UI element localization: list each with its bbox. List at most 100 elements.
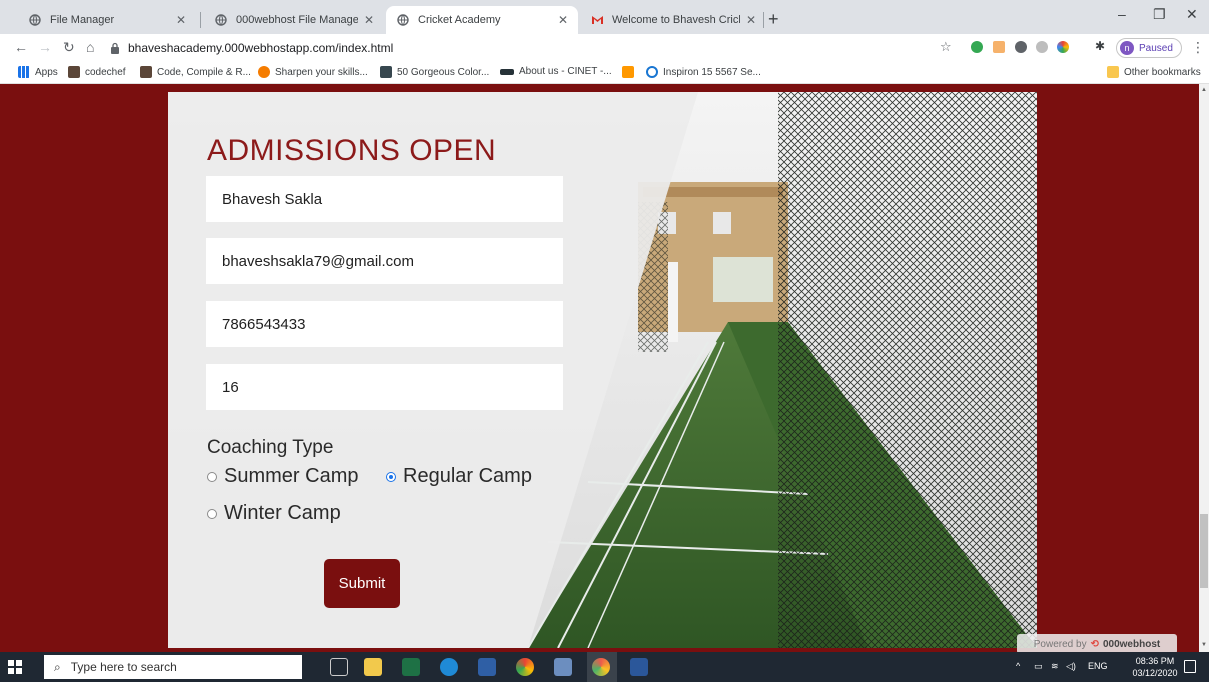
battery-icon[interactable]: ▭ <box>1034 661 1043 672</box>
window-close-button[interactable]: ✕ <box>1186 6 1198 23</box>
powered-by-badge[interactable]: Powered by ⟲ 000webhost <box>1017 634 1177 654</box>
browser-tabstrip: File Manager ✕ 000webhost File Manager ✕… <box>0 0 1209 34</box>
tab-cricket-academy[interactable]: Cricket Academy ✕ <box>386 6 578 34</box>
name-field[interactable] <box>206 176 563 222</box>
volume-icon[interactable]: ◁) <box>1066 661 1076 672</box>
tab-title: File Manager <box>50 14 115 26</box>
tab-divider <box>200 12 201 28</box>
radio-winter-camp[interactable]: Winter Camp <box>207 502 341 525</box>
scrollbar-thumb[interactable] <box>1200 514 1208 588</box>
close-icon[interactable]: ✕ <box>558 13 568 27</box>
bookmark-label: 50 Gorgeous Color... <box>397 66 490 78</box>
windows-start-icon[interactable] <box>8 660 22 674</box>
url-text: bhaveshacademy.000webhostapp.com/index.h… <box>128 41 394 55</box>
extension-icon[interactable] <box>1015 41 1027 53</box>
radio-button[interactable] <box>207 508 217 519</box>
codechef-icon <box>140 66 152 78</box>
image-icon <box>380 66 392 78</box>
coaching-type-label: Coaching Type <box>207 437 334 458</box>
bookmark-label: Other bookmarks <box>1124 66 1201 78</box>
tab-title: Cricket Academy <box>418 14 501 26</box>
bookmark-cinet[interactable]: About us - CINET -... <box>500 66 612 77</box>
radio-summer-camp[interactable]: Summer Camp <box>207 465 358 488</box>
task-view-icon[interactable] <box>330 658 348 676</box>
scroll-up-icon[interactable]: ▲ <box>1201 87 1207 93</box>
bookmark-apps[interactable]: Apps <box>18 66 58 78</box>
other-bookmarks[interactable]: Other bookmarks <box>1107 66 1201 78</box>
power-icon <box>258 66 270 78</box>
bookmark-code-compile[interactable]: Code, Compile & R... <box>140 66 251 78</box>
home-icon[interactable]: ⌂ <box>86 39 94 55</box>
bookmark-label: Inspiron 15 5567 Se... <box>663 66 761 78</box>
reload-icon[interactable]: ↻ <box>63 39 75 56</box>
phone-field[interactable] <box>206 301 563 347</box>
age-field[interactable] <box>206 364 563 410</box>
minimize-button[interactable]: – <box>1118 6 1126 22</box>
language-indicator[interactable]: ENG <box>1088 661 1108 671</box>
extension-icon[interactable] <box>1057 41 1069 53</box>
extension-icon[interactable] <box>1036 41 1048 53</box>
globe-icon <box>396 13 410 27</box>
bookmark-codechef[interactable]: codechef <box>68 66 126 78</box>
store-icon[interactable] <box>478 658 496 676</box>
excel-icon[interactable] <box>402 658 420 676</box>
tab-file-manager[interactable]: File Manager ✕ <box>18 6 196 34</box>
bookmark-label: Sharpen your skills... <box>275 66 368 78</box>
tab-welcome-bhavesh[interactable]: Welcome to Bhavesh Cricket Aca ✕ <box>580 6 766 34</box>
bookmarks-bar: Apps codechef Code, Compile & R... Sharp… <box>0 62 1209 84</box>
page-scrollbar[interactable]: ▲ ▼ <box>1199 84 1209 652</box>
tab-title: Welcome to Bhavesh Cricket Aca <box>612 14 740 26</box>
notifications-icon[interactable] <box>1184 660 1196 673</box>
back-arrow-icon[interactable]: ← <box>14 39 28 55</box>
app-icon[interactable] <box>554 658 572 676</box>
bookmark-label: Code, Compile & R... <box>157 66 251 78</box>
tab-title: 000webhost File Manager <box>236 14 358 26</box>
chrome-icon[interactable] <box>516 658 534 676</box>
submit-button[interactable]: Submit <box>324 559 400 608</box>
bookmark-sharpen[interactable]: Sharpen your skills... <box>258 66 368 78</box>
folder-icon <box>1107 66 1119 78</box>
bookmark-label: About us - CINET -... <box>519 66 612 77</box>
tray-chevron-icon[interactable]: ^ <box>1016 661 1020 671</box>
address-bar[interactable]: bhaveshacademy.000webhostapp.com/index.h… <box>110 37 810 59</box>
maximize-button[interactable]: ❐ <box>1153 6 1166 23</box>
extension-icon[interactable] <box>993 41 1005 53</box>
bookmark-inspiron[interactable]: Inspiron 15 5567 Se... <box>646 66 761 78</box>
bookmark-star-icon[interactable]: ☆ <box>940 39 952 55</box>
bookmark-gorgeous-color[interactable]: 50 Gorgeous Color... <box>380 66 489 78</box>
tab-000webhost-file-manager[interactable]: 000webhost File Manager ✕ <box>204 6 384 34</box>
wifi-icon[interactable]: ≋ <box>1051 661 1059 672</box>
radio-button[interactable] <box>207 471 217 482</box>
taskbar-clock[interactable]: 08:36 PM 03/12/2020 <box>1130 655 1180 679</box>
dell-icon <box>646 66 658 78</box>
codechef-icon <box>68 66 80 78</box>
email-field[interactable] <box>206 238 563 284</box>
forward-arrow-icon[interactable]: → <box>38 39 52 55</box>
scroll-down-icon[interactable]: ▼ <box>1201 642 1207 648</box>
radio-regular-camp[interactable]: Regular Camp <box>386 465 532 488</box>
word-icon[interactable] <box>630 658 648 676</box>
active-task-highlight <box>587 652 617 682</box>
close-icon[interactable]: ✕ <box>746 13 756 27</box>
close-icon[interactable]: ✕ <box>176 13 186 27</box>
radio-button[interactable] <box>386 471 396 482</box>
new-tab-button[interactable]: + <box>768 9 779 30</box>
page-title: ADMISSIONS OPEN <box>207 134 497 167</box>
profile-button[interactable]: n Paused <box>1116 38 1182 58</box>
edge-icon[interactable] <box>440 658 458 676</box>
file-explorer-icon[interactable] <box>364 658 382 676</box>
tab-divider <box>763 12 764 28</box>
bookmark-orange[interactable] <box>622 66 639 78</box>
page-viewport: ADMISSIONS OPEN Coaching Type Summer Cam… <box>0 84 1199 652</box>
globe-icon <box>28 13 42 27</box>
webhost-logo-icon: ⟲ <box>1090 638 1099 650</box>
menu-icon[interactable]: ⋮ <box>1191 39 1205 56</box>
extension-icon[interactable] <box>971 41 983 53</box>
radio-label: Winter Camp <box>224 502 341 524</box>
search-placeholder: Type here to search <box>70 660 177 674</box>
taskbar-search[interactable]: ⌕ Type here to search <box>44 655 302 679</box>
puzzle-icon[interactable]: ✱ <box>1095 39 1105 53</box>
close-icon[interactable]: ✕ <box>364 13 374 27</box>
avatar: n <box>1120 41 1134 55</box>
admission-card: ADMISSIONS OPEN Coaching Type Summer Cam… <box>168 92 1037 648</box>
